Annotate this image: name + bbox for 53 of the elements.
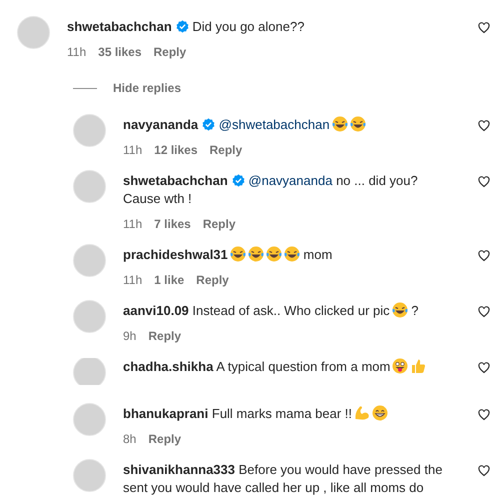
timestamp: 9h <box>123 328 136 344</box>
reply-button[interactable]: Reply <box>210 142 242 158</box>
timestamp: 11h <box>123 142 142 158</box>
likes-count[interactable]: 12 likes <box>154 142 198 158</box>
comment-text: bhanukaprani Full marks mama bear !! <box>123 405 458 423</box>
like-heart-icon[interactable] <box>478 250 490 262</box>
comment-text: prachideshwal31 mom <box>123 246 334 264</box>
username-link[interactable]: shwetabachchan <box>67 19 172 34</box>
tongue-emoji-icon <box>392 358 408 374</box>
reply-button[interactable]: Reply <box>148 431 182 447</box>
timestamp: 11h <box>123 216 142 232</box>
comment-text: shwetabachchan Did you go alone?? <box>67 18 306 36</box>
comment-text: aanvi10.09 Instead of ask.. Who clicked ur pic ? <box>123 302 420 320</box>
likes-count[interactable]: 35 likes <box>98 44 142 60</box>
flexed-arm-icon <box>354 405 370 421</box>
like-heart-icon[interactable] <box>478 22 490 34</box>
laughing-emoji-icon <box>248 246 264 262</box>
username-link[interactable]: prachideshwal31 <box>123 247 228 262</box>
laughing-emoji-icon <box>392 302 408 318</box>
laughing-emoji-icon <box>230 246 246 262</box>
likes-count[interactable]: 7 likes <box>154 216 191 232</box>
laughing-emoji-icon <box>332 116 348 132</box>
laughing-emoji-icon <box>266 246 282 262</box>
username-link[interactable]: shwetabachchan <box>123 173 228 188</box>
like-heart-icon[interactable] <box>478 362 490 374</box>
reply-button[interactable]: Reply <box>202 216 236 232</box>
timestamp: 11h <box>123 272 142 288</box>
like-heart-icon[interactable] <box>478 120 490 132</box>
timestamp: 8h <box>123 431 136 447</box>
like-heart-icon[interactable] <box>478 465 490 477</box>
laughing-emoji-icon <box>284 246 300 262</box>
comment-text: shwetabachchan @navyananda no ... did you? Cause wth ! <box>123 172 419 208</box>
reply-button[interactable]: Reply <box>154 44 186 60</box>
grinning-emoji-icon <box>372 405 388 421</box>
timestamp: 11h <box>67 44 86 60</box>
username-link[interactable]: bhanukaprani <box>123 406 208 421</box>
like-heart-icon[interactable] <box>478 409 490 421</box>
username-link[interactable]: navyananda <box>123 117 198 132</box>
hide-replies-button[interactable]: Hide replies <box>113 80 182 96</box>
likes-count[interactable]: 1 like <box>154 272 184 288</box>
like-heart-icon[interactable] <box>478 176 490 188</box>
laughing-emoji-icon <box>350 116 366 132</box>
thumbs-up-icon <box>410 358 426 374</box>
like-heart-icon[interactable] <box>478 306 490 318</box>
mention-link[interactable]: @navyananda <box>248 173 332 188</box>
comment-text: chadha.shikha A typical question from a mom <box>123 358 458 376</box>
mention-link[interactable]: @shwetabachchan <box>218 117 330 132</box>
username-link[interactable]: aanvi10.09 <box>123 303 189 318</box>
reply-button[interactable]: Reply <box>148 328 182 344</box>
username-link[interactable]: chadha.shikha <box>123 359 214 374</box>
comment-text: shivanikhanna333 Before you would have pressed the sent you would have called her up , like all moms do <box>123 461 444 497</box>
username-link[interactable]: shivanikhanna333 <box>123 462 235 477</box>
reply-button[interactable]: Reply <box>196 272 229 288</box>
